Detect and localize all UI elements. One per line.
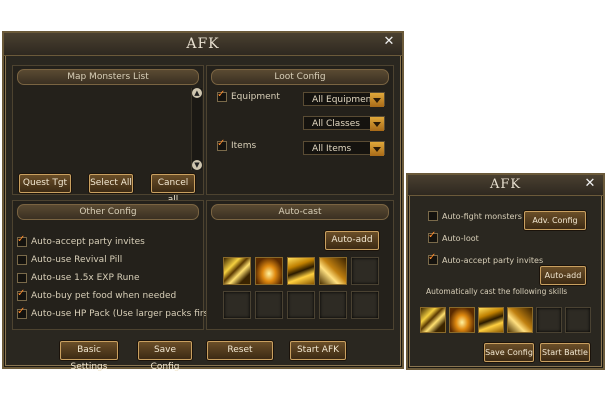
- items-dropdown[interactable]: All Items: [303, 141, 385, 156]
- window-title: AFK: [186, 36, 220, 52]
- auto-cast-label: Automatically cast the following skills: [426, 287, 568, 296]
- start-battle-button[interactable]: Start Battle: [540, 343, 590, 362]
- checkbox-icon[interactable]: [217, 138, 227, 151]
- scroll-up-icon[interactable]: ▲: [192, 88, 202, 98]
- start-afk-button[interactable]: Start AFK: [290, 341, 346, 360]
- checkbox-icon[interactable]: [17, 234, 27, 247]
- checkbox-icon[interactable]: [428, 211, 438, 221]
- option-label: Auto-use Revival Pill: [31, 255, 123, 265]
- loot-config-header: Loot Config: [211, 69, 389, 85]
- auto-cast-header: Auto-cast: [211, 204, 389, 220]
- dropdown-arrow-icon[interactable]: [370, 93, 384, 107]
- items-label: Items: [231, 141, 257, 151]
- mini-skill-slot-2[interactable]: [449, 307, 475, 333]
- monster-list[interactable]: [17, 88, 187, 170]
- checkbox-icon[interactable]: [428, 252, 438, 265]
- map-monsters-panel: Map Monsters List ▲ ▼ Quest Tgt Select A…: [12, 65, 204, 205]
- reset-button[interactable]: Reset: [207, 341, 273, 360]
- mini-title-bar[interactable]: AFK ✕: [408, 175, 603, 196]
- auto-fight-checkbox[interactable]: Auto-fight monsters: [428, 211, 522, 221]
- auto-cast-panel: Auto-cast Auto-add: [206, 200, 394, 330]
- select-all-button[interactable]: Select All: [89, 174, 133, 193]
- loot-config-panel: Loot Config Equipment All Equipment All …: [206, 65, 394, 195]
- close-icon[interactable]: ✕: [382, 35, 396, 49]
- auto-accept-checkbox[interactable]: Auto-accept party invites: [428, 252, 544, 265]
- checkbox-icon[interactable]: [217, 89, 227, 102]
- dropdown-arrow-icon[interactable]: [370, 117, 384, 131]
- mini-skill-slot-6[interactable]: [565, 307, 591, 333]
- option-label: Auto-buy pet food when needed: [31, 291, 177, 301]
- option-label: Auto-accept party invites: [31, 237, 145, 247]
- skill-slot-2[interactable]: [255, 257, 283, 285]
- mini-skill-slot-1[interactable]: [420, 307, 446, 333]
- checkbox-icon[interactable]: [17, 306, 27, 319]
- equipment-dropdown-value: All Equipment: [312, 95, 375, 105]
- other-config-header: Other Config: [17, 204, 199, 220]
- basic-settings-button[interactable]: Basic Settings: [60, 341, 118, 372]
- skill-slot-6[interactable]: [223, 291, 251, 319]
- classes-dropdown[interactable]: All Classes: [303, 116, 385, 131]
- map-monsters-header: Map Monsters List: [17, 69, 199, 85]
- close-icon[interactable]: ✕: [583, 177, 597, 191]
- adv-config-button[interactable]: Adv. Config: [524, 211, 586, 230]
- afk-window: AFK ✕ Map Monsters List ▲ ▼ Quest Tgt Se…: [2, 31, 404, 372]
- mini-skill-slot-3[interactable]: [478, 307, 504, 333]
- skill-slot-8[interactable]: [287, 291, 315, 319]
- skill-slot-1[interactable]: [223, 257, 251, 285]
- checkbox-icon[interactable]: [17, 288, 27, 301]
- monster-list-scrollbar[interactable]: ▲ ▼: [191, 88, 202, 170]
- equipment-dropdown[interactable]: All Equipment: [303, 92, 385, 107]
- save-config-button[interactable]: Save Config: [138, 341, 192, 372]
- equipment-label: Equipment: [231, 92, 280, 102]
- quest-target-button[interactable]: Quest Tgt: [19, 174, 71, 193]
- option-label: Auto-use HP Pack (Use larger packs first…: [31, 309, 216, 319]
- checkbox-icon[interactable]: [17, 273, 27, 283]
- option-auto-buy-pet-food[interactable]: Auto-buy pet food when needed: [17, 288, 177, 301]
- other-config-panel: Other Config Auto-accept party invites A…: [12, 200, 215, 330]
- classes-dropdown-value: All Classes: [312, 119, 360, 129]
- skill-slot-7[interactable]: [255, 291, 283, 319]
- skill-slot-9[interactable]: [319, 291, 347, 319]
- skill-slot-10[interactable]: [351, 291, 379, 319]
- items-dropdown-value: All Items: [312, 144, 352, 154]
- option-auto-hp-pack[interactable]: Auto-use HP Pack (Use larger packs first…: [17, 306, 216, 319]
- cancel-all-button[interactable]: Cancel all: [151, 174, 195, 205]
- auto-fight-label: Auto-fight monsters: [442, 211, 522, 221]
- auto-accept-label: Auto-accept party invites: [442, 255, 544, 265]
- auto-loot-checkbox[interactable]: Auto-loot: [428, 230, 479, 243]
- mini-skill-slot-5[interactable]: [536, 307, 562, 333]
- option-auto-accept-party[interactable]: Auto-accept party invites: [17, 234, 145, 247]
- auto-add-button[interactable]: Auto-add: [325, 231, 379, 250]
- afk-mini-window: AFK ✕ Auto-fight monsters Adv. Config Au…: [406, 173, 605, 370]
- mini-save-config-button[interactable]: Save Config: [484, 343, 534, 362]
- option-auto-exp-rune[interactable]: Auto-use 1.5x EXP Rune: [17, 273, 140, 283]
- auto-add-button[interactable]: Auto-add: [540, 266, 586, 285]
- auto-loot-label: Auto-loot: [442, 233, 479, 243]
- dropdown-arrow-icon[interactable]: [370, 142, 384, 156]
- skill-slot-3[interactable]: [287, 257, 315, 285]
- mini-window-title: AFK: [489, 177, 522, 192]
- items-checkbox[interactable]: Items: [217, 138, 257, 151]
- option-auto-revival-pill[interactable]: Auto-use Revival Pill: [17, 255, 122, 265]
- checkbox-icon[interactable]: [428, 230, 438, 243]
- title-bar[interactable]: AFK ✕: [4, 33, 402, 56]
- skill-slot-5[interactable]: [351, 257, 379, 285]
- mini-skill-slot-4[interactable]: [507, 307, 533, 333]
- equipment-checkbox[interactable]: Equipment: [217, 89, 280, 102]
- option-label: Auto-use 1.5x EXP Rune: [31, 273, 140, 283]
- scroll-down-icon[interactable]: ▼: [192, 160, 202, 170]
- skill-slot-4[interactable]: [319, 257, 347, 285]
- checkbox-icon[interactable]: [17, 255, 27, 265]
